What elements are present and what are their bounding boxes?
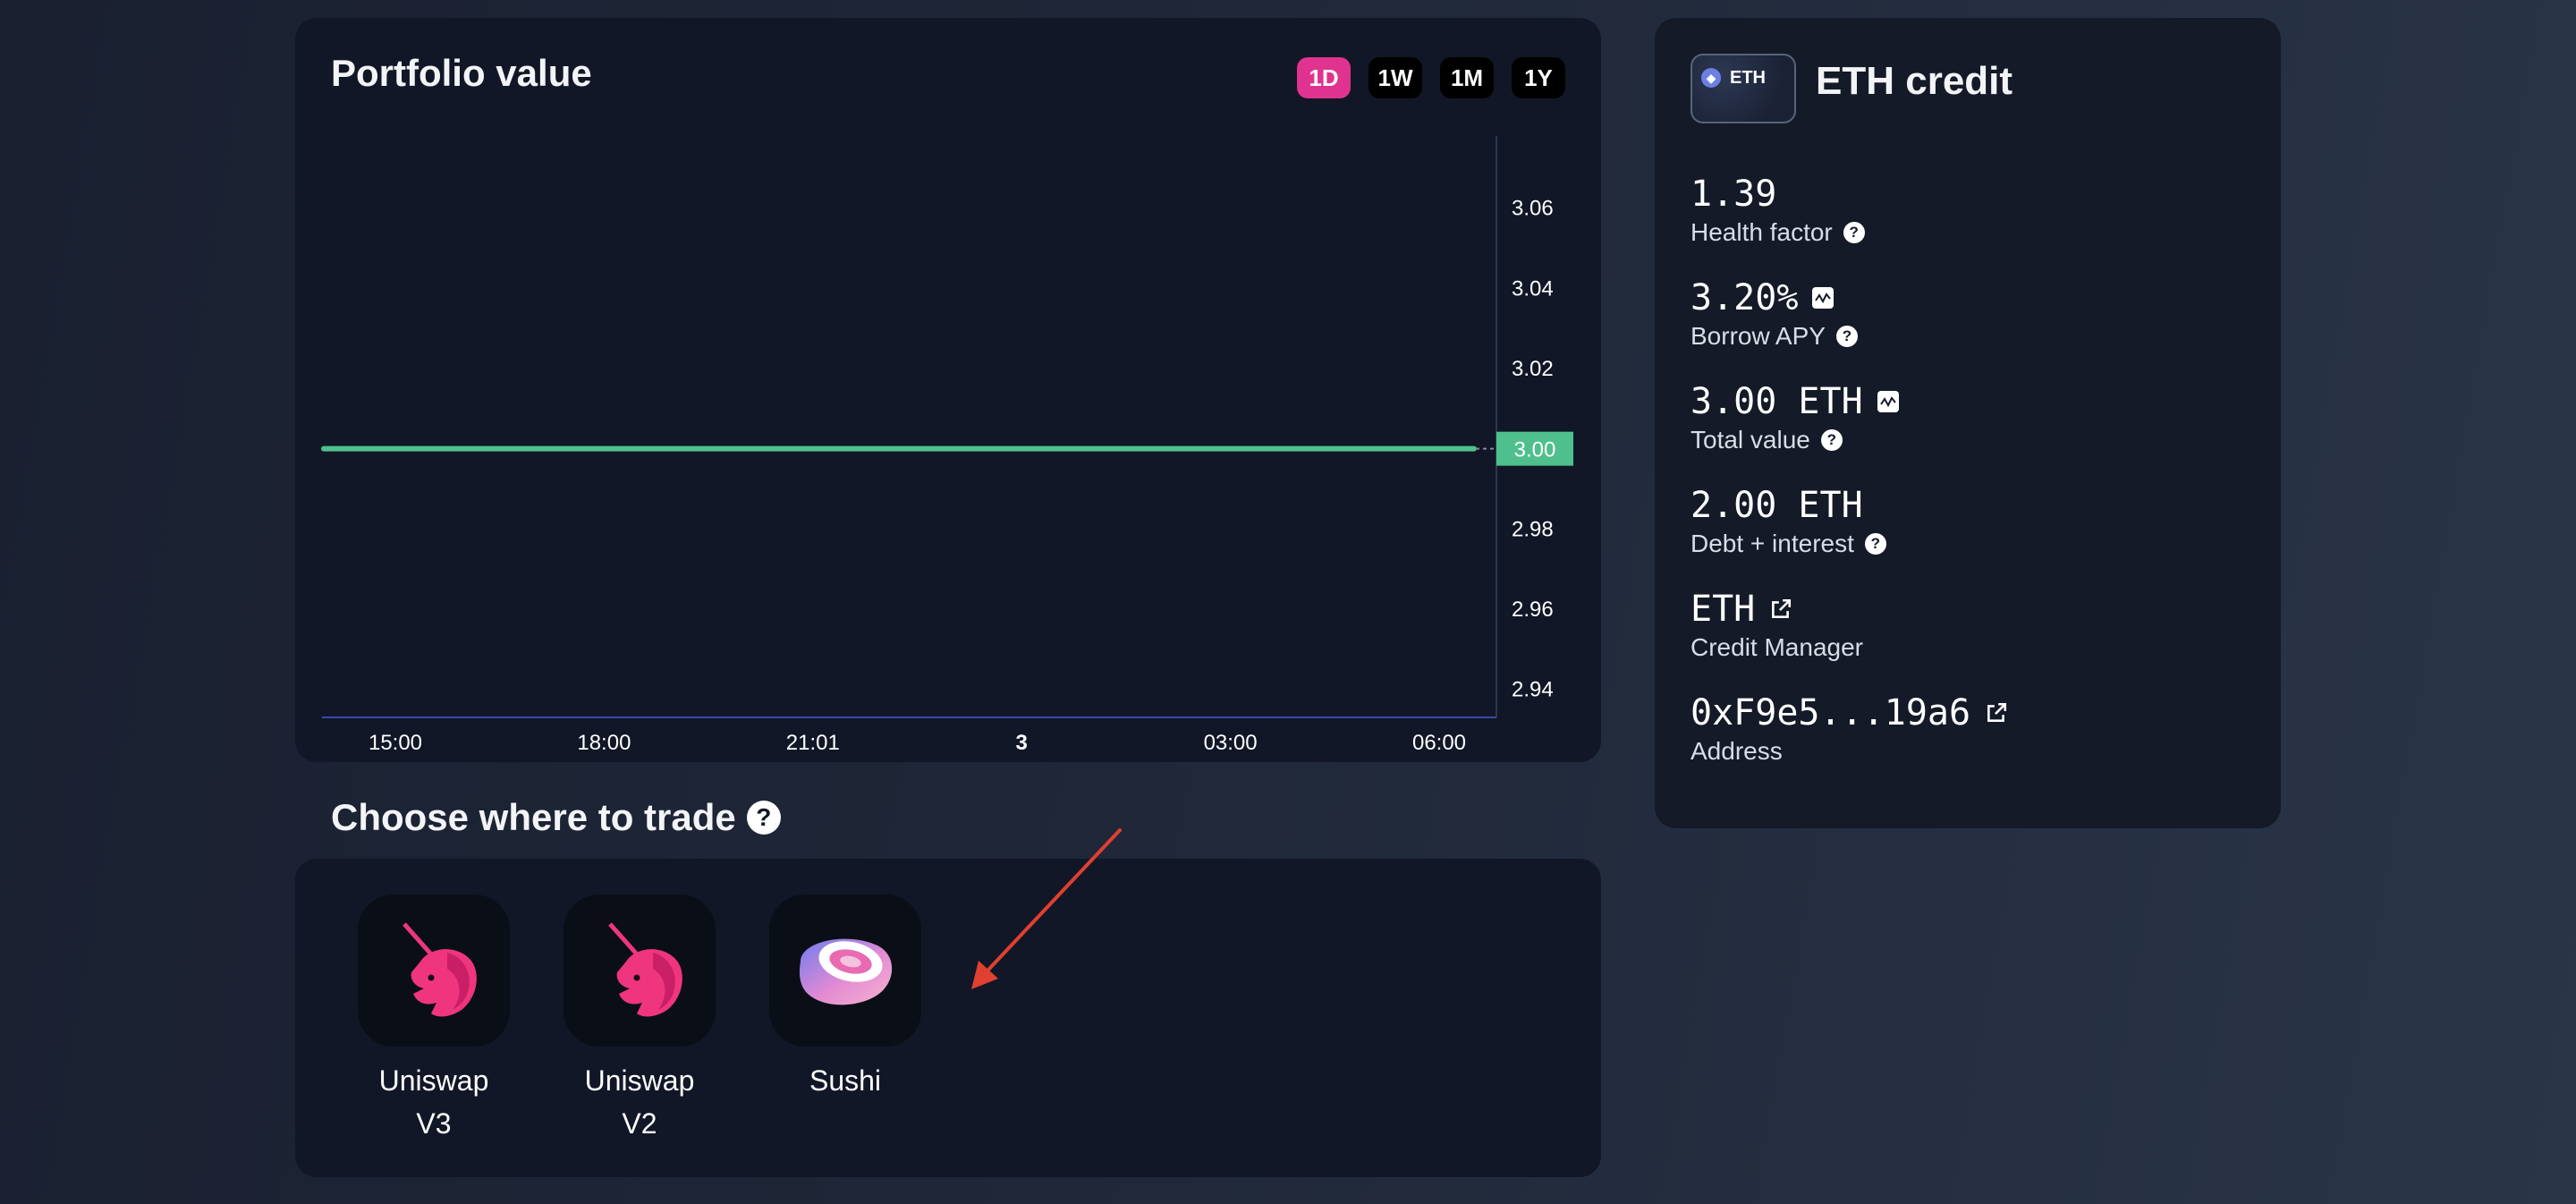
venue-sushi[interactable]: Sushi <box>769 895 921 1102</box>
credit-manager-value[interactable]: ETH <box>1690 587 1755 632</box>
sushi-icon <box>799 938 893 1005</box>
x-tick-label: 15:00 <box>369 731 422 755</box>
borrow-apy-label: Borrow APY <box>1690 322 1826 350</box>
trade-section-title: Choose where to trade ? <box>331 796 781 839</box>
stat-address: 0xF9e5...19a6 Address <box>1690 691 2008 767</box>
venue-name: Uniswap V2 <box>564 1059 716 1145</box>
venue-name-line1: Uniswap <box>584 1064 695 1097</box>
portfolio-chart[interactable]: 3.06 3.04 3.02 2.98 2.96 2.94 15:00 18:0… <box>295 18 1601 762</box>
stat-debt-interest: 2.00 ETH Debt + interest ? <box>1690 483 1886 560</box>
eth-credit-card: ◆ ETH ETH credit 1.39 Health factor ? 3.… <box>1655 18 2281 828</box>
uniswap-v3-tile[interactable] <box>358 895 510 1047</box>
help-icon[interactable]: ? <box>1835 326 1858 347</box>
help-icon[interactable]: ? <box>1820 429 1843 451</box>
x-ticks: 15:00 18:00 21:01 3 03:00 06:00 <box>369 731 1466 755</box>
address-value[interactable]: 0xF9e5...19a6 <box>1690 691 1970 735</box>
total-value-value: 3.00 ETH <box>1690 381 1863 422</box>
stat-borrow-apy: 3.20% Borrow APY ? <box>1690 276 1858 352</box>
credit-manager-label: Credit Manager <box>1690 633 1863 661</box>
current-value-label: 3.00 <box>1514 438 1556 462</box>
stat-health-factor: 1.39 Health factor ? <box>1690 172 1865 249</box>
debt-interest-value: 2.00 ETH <box>1690 485 1863 526</box>
debt-interest-label: Debt + interest <box>1690 530 1854 557</box>
uniswap-v2-tile[interactable] <box>564 895 716 1047</box>
y-tick-label: 3.04 <box>1512 276 1554 301</box>
stat-credit-manager: ETH Credit Manager <box>1690 587 1863 664</box>
uniswap-unicorn-icon <box>608 922 682 1017</box>
venue-name-line1: Sushi <box>809 1064 882 1097</box>
y-tick-label: 2.94 <box>1512 678 1554 702</box>
help-icon[interactable]: ? <box>1864 533 1886 555</box>
help-icon[interactable]: ? <box>746 801 781 835</box>
mini-chart-icon[interactable] <box>1812 287 1835 309</box>
stat-total-value: 3.00 ETH Total value ? <box>1690 379 1899 456</box>
annotation-arrow <box>971 828 1122 989</box>
health-factor-value: 1.39 <box>1690 174 1777 215</box>
address-label: Address <box>1690 737 1783 765</box>
venue-name-line2: V2 <box>622 1107 657 1140</box>
y-tick-label: 2.98 <box>1512 517 1554 541</box>
external-link-icon[interactable] <box>1985 701 2008 725</box>
venue-name: Sushi <box>769 1059 921 1102</box>
eth-badge-text: ETH <box>1730 68 1766 88</box>
total-value-label: Total value <box>1690 426 1810 454</box>
trade-section-title-text: Choose where to trade <box>331 796 736 838</box>
help-icon[interactable]: ? <box>1843 222 1865 243</box>
x-tick-label: 21:01 <box>786 731 840 755</box>
borrow-apy-value: 3.20% <box>1690 277 1799 318</box>
uniswap-unicorn-icon <box>402 922 477 1017</box>
mini-chart-icon[interactable] <box>1877 391 1899 412</box>
portfolio-chart-card: Portfolio value 1D 1W 1M 1Y 3.06 3.04 3.… <box>295 18 1601 762</box>
x-tick-label: 18:00 <box>577 731 631 755</box>
venue-uniswap-v2[interactable]: Uniswap V2 <box>564 895 716 1145</box>
y-tick-label: 3.06 <box>1512 197 1554 221</box>
x-tick-label: 3 <box>1016 731 1028 755</box>
x-tick-label: 03:00 <box>1204 731 1258 755</box>
venue-name-line2: V3 <box>416 1107 452 1140</box>
y-tick-label: 2.96 <box>1512 598 1554 622</box>
venue-name-line1: Uniswap <box>378 1064 489 1097</box>
x-tick-label: 06:00 <box>1412 731 1466 755</box>
eth-credit-badge: ◆ ETH <box>1690 54 1796 123</box>
health-factor-label: Health factor <box>1690 218 1833 246</box>
y-tick-label: 3.02 <box>1512 357 1554 381</box>
credit-title: ETH credit <box>1816 59 2013 103</box>
external-link-icon[interactable] <box>1769 598 1792 621</box>
ethereum-icon: ◆ <box>1701 68 1721 88</box>
venue-name: Uniswap V3 <box>358 1059 510 1145</box>
venue-uniswap-v3[interactable]: Uniswap V3 <box>358 895 510 1145</box>
sushi-tile[interactable] <box>769 895 921 1047</box>
